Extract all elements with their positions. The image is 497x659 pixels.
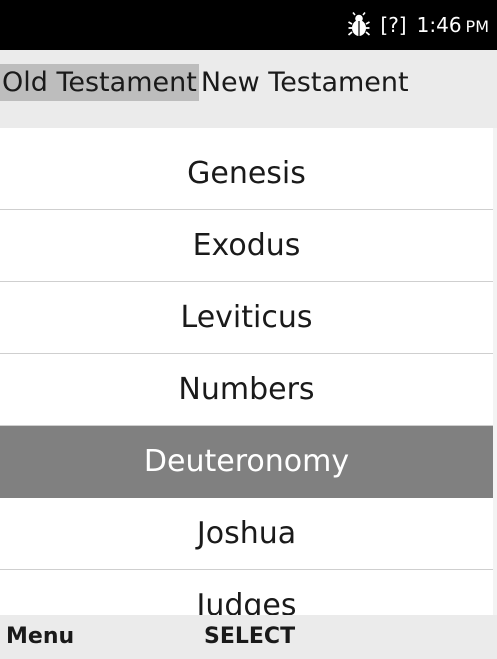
softkey-bar: Menu SELECT bbox=[0, 615, 497, 659]
list-item-exodus[interactable]: Exodus bbox=[0, 210, 493, 282]
list-scrollbar[interactable] bbox=[493, 128, 497, 615]
testament-tab-bar: Old Testament New Testament bbox=[0, 50, 497, 128]
status-bar: [?] 1:46 PM bbox=[0, 0, 497, 50]
clock: 1:46 PM bbox=[417, 13, 489, 37]
tab-new-testament[interactable]: New Testament bbox=[199, 64, 411, 101]
list-item-numbers[interactable]: Numbers bbox=[0, 354, 493, 426]
tab-old-testament[interactable]: Old Testament bbox=[0, 64, 199, 101]
list-item-genesis[interactable]: Genesis bbox=[0, 138, 493, 210]
list-item-joshua[interactable]: Joshua bbox=[0, 498, 493, 570]
select-softkey[interactable]: SELECT bbox=[204, 624, 295, 649]
menu-softkey[interactable]: Menu bbox=[6, 624, 74, 649]
tab-row: Old Testament New Testament bbox=[0, 64, 411, 101]
list-item-deuteronomy[interactable]: Deuteronomy bbox=[0, 426, 493, 498]
book-list: Genesis Exodus Leviticus Numbers Deutero… bbox=[0, 128, 497, 615]
bug-icon bbox=[348, 12, 371, 36]
clock-time: 1:46 bbox=[416, 13, 462, 37]
list-item-judges[interactable]: Judges bbox=[0, 570, 493, 615]
clock-ampm: PM bbox=[465, 17, 489, 36]
list-item-leviticus[interactable]: Leviticus bbox=[0, 282, 493, 354]
book-list-items: Genesis Exodus Leviticus Numbers Deutero… bbox=[0, 138, 493, 615]
signal-indicator: [?] bbox=[380, 13, 407, 37]
